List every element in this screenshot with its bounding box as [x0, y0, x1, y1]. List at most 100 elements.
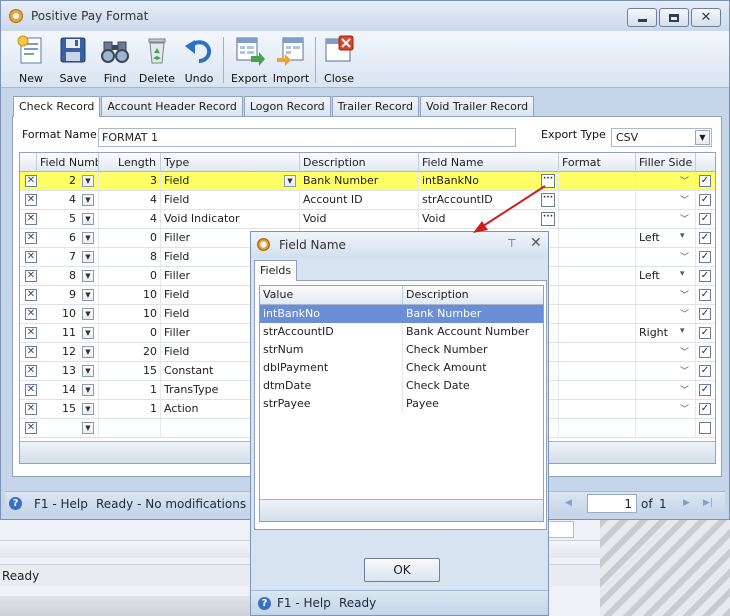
header-value[interactable]: Value: [260, 286, 403, 304]
delete-row-icon[interactable]: ✕: [25, 327, 37, 339]
length-cell[interactable]: [99, 419, 161, 437]
format-cell[interactable]: [559, 362, 636, 380]
format-cell[interactable]: [559, 248, 636, 266]
value-cell[interactable]: strNum: [260, 341, 403, 359]
header-field-number[interactable]: Field Number: [37, 153, 99, 172]
chevron-down-icon[interactable]: ▼: [284, 175, 296, 187]
format-cell[interactable]: [559, 191, 636, 209]
chevron-down-icon[interactable]: ﹀: [680, 307, 689, 320]
chevron-down-icon[interactable]: ﹀: [680, 212, 689, 225]
chevron-down-icon[interactable]: ▼: [82, 384, 94, 396]
type-cell[interactable]: Field: [161, 172, 300, 190]
value-cell[interactable]: strAccountID: [260, 323, 403, 341]
delete-row-icon[interactable]: ✕: [25, 346, 37, 358]
list-item[interactable]: intBankNo Bank Number: [260, 305, 543, 323]
list-item[interactable]: dblPayment Check Amount: [260, 359, 543, 377]
chevron-down-icon[interactable]: ﹀: [680, 402, 689, 415]
chevron-down-icon[interactable]: ▼: [82, 251, 94, 263]
include-checkbox[interactable]: [699, 422, 711, 434]
title-bar[interactable]: Positive Pay Format ✕: [1, 1, 729, 31]
delete-row-icon[interactable]: ✕: [25, 308, 37, 320]
include-checkbox[interactable]: ✓: [699, 194, 711, 206]
export-button[interactable]: Export: [227, 34, 271, 86]
help-icon[interactable]: ?: [9, 497, 22, 510]
delete-row-icon[interactable]: ✕: [25, 232, 37, 244]
include-checkbox[interactable]: ✓: [699, 289, 711, 301]
description-cell[interactable]: Payee: [403, 395, 543, 413]
field-name-cell[interactable]: intBankNo: [419, 172, 559, 190]
chevron-down-icon[interactable]: ▼: [82, 346, 94, 358]
value-cell[interactable]: dblPayment: [260, 359, 403, 377]
include-checkbox[interactable]: ✓: [699, 403, 711, 415]
length-cell[interactable]: 0: [99, 267, 161, 285]
field-name-cell[interactable]: Void: [419, 210, 559, 228]
chevron-down-icon[interactable]: ▼: [82, 403, 94, 415]
delete-row-icon[interactable]: ✕: [25, 194, 37, 206]
length-cell[interactable]: 1: [99, 400, 161, 418]
value-cell[interactable]: intBankNo: [260, 305, 403, 323]
list-item[interactable]: strAccountID Bank Account Number: [260, 323, 543, 341]
include-checkbox[interactable]: ✓: [699, 175, 711, 187]
chevron-down-icon[interactable]: ▾: [680, 326, 685, 336]
chevron-down-icon[interactable]: ﹀: [680, 345, 689, 358]
previous-page-icon[interactable]: ◀: [565, 498, 572, 508]
chevron-down-icon[interactable]: ▼: [82, 327, 94, 339]
header-length[interactable]: Length: [99, 153, 161, 172]
table-row[interactable]: ✕ 2 ▼ 3 Field ▼ Bank Number intBankNo ··· ﹀ ✓: [20, 172, 715, 191]
save-button[interactable]: Save: [51, 34, 95, 86]
last-page-icon[interactable]: ▶|: [703, 498, 713, 508]
chevron-down-icon[interactable]: ﹀: [680, 383, 689, 396]
new-button[interactable]: New: [9, 34, 53, 86]
chevron-down-icon[interactable]: ﹀: [680, 250, 689, 263]
length-cell[interactable]: 4: [99, 210, 161, 228]
dialog-title-bar[interactable]: Field Name ⊤ ✕: [251, 232, 548, 258]
ellipsis-lookup-icon[interactable]: ···: [541, 193, 555, 207]
chevron-down-icon[interactable]: ﹀: [680, 364, 689, 377]
delete-row-icon[interactable]: ✕: [25, 365, 37, 377]
value-cell[interactable]: dtmDate: [260, 377, 403, 395]
tab-logon-record[interactable]: Logon Record: [243, 96, 331, 116]
length-cell[interactable]: 0: [99, 229, 161, 247]
include-checkbox[interactable]: ✓: [699, 270, 711, 282]
table-row[interactable]: ✕ 5 ▼ 4 Void Indicator Void Void ··· ﹀ ✓: [20, 210, 715, 229]
length-cell[interactable]: 10: [99, 286, 161, 304]
chevron-down-icon[interactable]: ▼: [82, 365, 94, 377]
next-page-icon[interactable]: ▶: [683, 498, 690, 508]
type-cell[interactable]: Void Indicator: [161, 210, 300, 228]
format-cell[interactable]: [559, 305, 636, 323]
length-cell[interactable]: 8: [99, 248, 161, 266]
ellipsis-lookup-icon[interactable]: ···: [541, 174, 555, 188]
chevron-down-icon[interactable]: ▼: [82, 270, 94, 282]
length-cell[interactable]: 20: [99, 343, 161, 361]
format-cell[interactable]: [559, 381, 636, 399]
format-cell[interactable]: [559, 400, 636, 418]
description-cell[interactable]: Bank Number: [300, 172, 419, 190]
format-cell[interactable]: [559, 324, 636, 342]
header-field-name[interactable]: Field Name: [419, 153, 559, 172]
description-cell[interactable]: Void: [300, 210, 419, 228]
length-cell[interactable]: 15: [99, 362, 161, 380]
header-filler-side[interactable]: Filler Side: [636, 153, 696, 172]
chevron-down-icon[interactable]: ▼: [82, 194, 94, 206]
filler-side-cell[interactable]: Left: [636, 267, 696, 285]
chevron-down-icon[interactable]: ﹀: [680, 174, 689, 187]
description-cell[interactable]: Bank Account Number: [403, 323, 543, 341]
length-cell[interactable]: 3: [99, 172, 161, 190]
delete-row-icon[interactable]: ✕: [25, 422, 37, 434]
chevron-down-icon[interactable]: ▾: [680, 231, 685, 241]
description-cell[interactable]: Account ID: [300, 191, 419, 209]
header-description[interactable]: Description: [300, 153, 419, 172]
chevron-down-icon[interactable]: ﹀: [680, 288, 689, 301]
maximize-button[interactable]: [659, 8, 689, 27]
header-description[interactable]: Description: [403, 286, 543, 304]
help-icon[interactable]: ?: [258, 597, 271, 610]
tab-account-header-record[interactable]: Account Header Record: [101, 96, 243, 116]
filler-side-cell[interactable]: [636, 419, 696, 437]
format-cell[interactable]: [559, 172, 636, 190]
chevron-down-icon[interactable]: ▼: [82, 308, 94, 320]
chevron-down-icon[interactable]: ▾: [680, 269, 685, 279]
format-cell[interactable]: [559, 229, 636, 247]
list-item[interactable]: strPayee Payee: [260, 395, 543, 413]
filler-side-cell[interactable]: Right: [636, 324, 696, 342]
header-type[interactable]: Type: [161, 153, 300, 172]
